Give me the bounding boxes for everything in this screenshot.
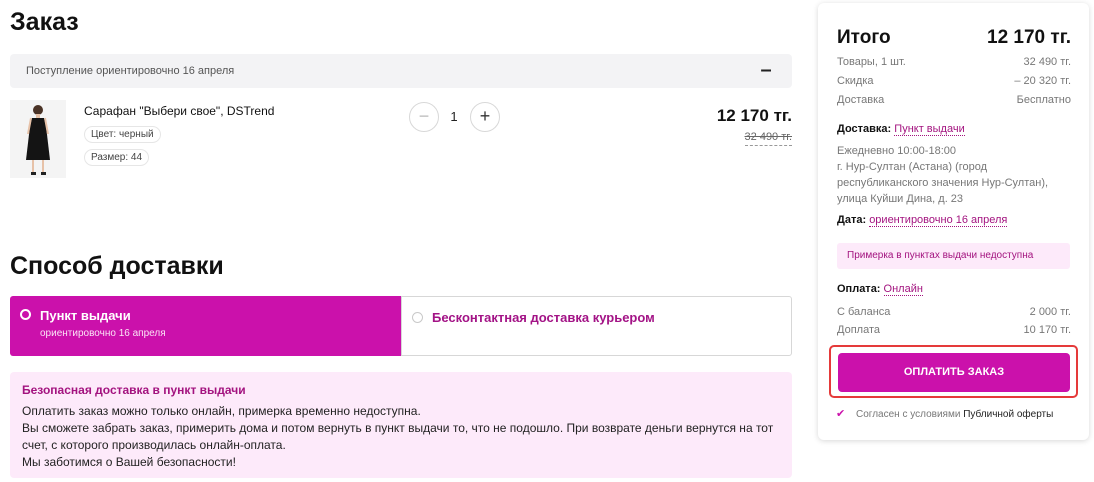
pay-order-button[interactable]: ОПЛАТИТЬ ЗАКАЗ [838,353,1070,392]
address-line: г. Нур-Султан (Астана) (город [837,161,988,173]
product-price: 12 170 тг. [716,106,792,125]
row-value: 2 000 тг. [1029,306,1071,318]
summary-row-balance: С баланса 2 000 тг. [837,306,1071,318]
agree-text: Согласен с условиями [856,409,961,420]
arrival-text: Поступление ориентировочно 16 апреля [26,65,235,77]
delivery-point-link[interactable]: Пункт выдачи [894,123,965,136]
address-line: улица Куйши Дина, д. 23 [837,193,964,205]
row-label: Доплата [837,324,880,336]
delivery-option-label: Бесконтактная доставка курьером [432,310,655,325]
info-line: счет, с которого производилась онлайн-оп… [22,438,286,452]
info-line: Вы сможете забрать заказ, примерить дома… [22,421,774,435]
date-summary: Дата: ориентировочно 16 апреля [837,214,1008,227]
summary-row-discount: Скидка – 20 320 тг. [837,75,1071,87]
product-name[interactable]: Сарафан "Выбери свое", DSTrend [84,104,274,118]
dress-image [10,100,66,178]
row-value: Бесплатно [1016,94,1071,106]
total-label: Итого [837,27,891,48]
size-tag: Размер: 44 [84,149,150,166]
public-offer-link[interactable]: Публичной оферты [963,409,1053,420]
date-label: Дата: [837,214,867,226]
delivery-title: Способ доставки [10,252,224,280]
delivery-info-box: Безопасная доставка в пункт выдачи Оплат… [10,372,792,478]
info-line: Оплатить заказ можно только онлайн, прим… [22,404,421,418]
collapse-button[interactable]: – [754,58,778,82]
old-price-underline [745,145,792,146]
summary-row-delivery: Доставка Бесплатно [837,94,1071,106]
row-value: – 20 320 тг. [1014,75,1071,87]
row-value: 10 170 тг. [1023,324,1071,336]
offer-agreement: ✔ Согласен с условиями Публичной оферты [836,407,1053,420]
arrival-bar[interactable]: Поступление ориентировочно 16 апреля – [10,54,792,88]
address-line: Ежедневно 10:00-18:00 [837,145,956,157]
checkmark-icon[interactable]: ✔ [836,408,845,420]
fitting-notice: Примерка в пунктах выдачи недоступна [837,243,1070,269]
product-image[interactable] [10,100,66,178]
delivery-summary: Доставка: Пункт выдачи [837,123,965,136]
delivery-option-courier[interactable]: Бесконтактная доставка курьером [401,296,792,356]
address-line: республиканского значения Нур-Султан), [837,177,1049,189]
row-label: С баланса [837,306,891,318]
payment-method-link[interactable]: Онлайн [883,283,923,296]
row-label: Скидка [837,75,874,87]
radio-unselected-icon[interactable] [412,312,423,323]
total-value: 12 170 тг. [987,27,1071,48]
quantity-decrease-button[interactable]: − [409,102,439,132]
delivery-option-sub: ориентировочно 16 апреля [40,328,166,339]
info-title: Безопасная доставка в пункт выдачи [22,383,246,397]
row-label: Доставка [837,94,885,106]
date-link[interactable]: ориентировочно 16 апреля [869,214,1008,227]
summary-row-goods: Товары, 1 шт. 32 490 тг. [837,56,1071,68]
radio-selected-icon[interactable] [20,309,31,320]
delivery-summary-label: Доставка: [837,123,892,135]
summary-row-surcharge: Доплата 10 170 тг. [837,324,1071,336]
product-old-price: 32 490 тг. [744,131,792,143]
payment-label: Оплата: [837,283,881,295]
quantity-value: 1 [450,109,458,124]
payment-summary: Оплата: Онлайн [837,283,923,296]
delivery-option-label: Пункт выдачи [40,308,131,323]
color-tag: Цвет: черный [84,126,161,143]
quantity-increase-button[interactable]: + [470,102,500,132]
row-label: Товары, 1 шт. [837,56,906,68]
pickup-address: Ежедневно 10:00-18:00 г. Нур-Султан (Аст… [837,143,1077,207]
order-title: Заказ [10,8,79,36]
delivery-option-pickup[interactable]: Пункт выдачи ориентировочно 16 апреля [10,296,401,356]
row-value: 32 490 тг. [1023,56,1071,68]
info-line: Мы заботимся о Вашей безопасности! [22,455,236,469]
